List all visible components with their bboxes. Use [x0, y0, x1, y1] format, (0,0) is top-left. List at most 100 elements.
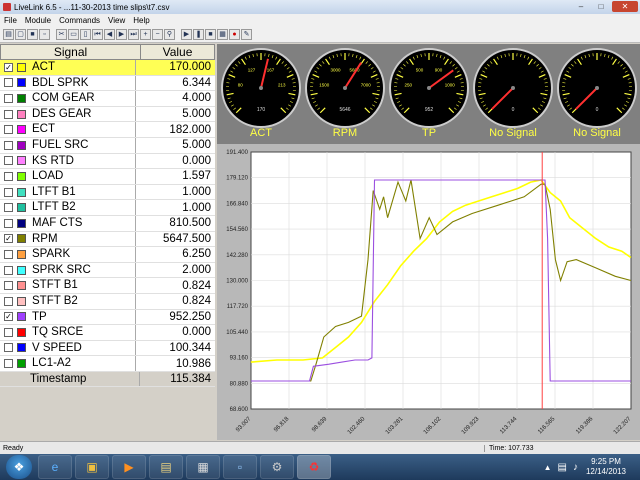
network-icon[interactable]: ▤ — [558, 462, 567, 473]
record-icon[interactable]: ● — [229, 29, 240, 40]
signal-color-swatch[interactable] — [17, 125, 26, 135]
signal-row[interactable]: SPARK 6.250 — [0, 247, 215, 263]
signal-row[interactable]: SPRK SRC 2.000 — [0, 262, 215, 279]
signal-checkbox[interactable] — [4, 281, 13, 291]
signal-column-header[interactable]: Signal — [1, 45, 141, 59]
pause-icon[interactable]: ❚ — [193, 29, 204, 40]
signal-checkbox[interactable] — [4, 78, 13, 88]
start-button[interactable]: ❖ — [6, 455, 32, 479]
signal-checkbox[interactable] — [4, 156, 13, 166]
signal-color-swatch[interactable] — [17, 327, 26, 337]
zoom-out-icon[interactable]: − — [152, 29, 163, 40]
signal-row[interactable]: ✓ ACT 170.000 — [0, 60, 215, 76]
next-icon[interactable]: ▶ — [116, 29, 127, 40]
signal-row[interactable]: LTFT B1 1.000 — [0, 184, 215, 201]
signal-color-swatch[interactable] — [17, 93, 26, 103]
signal-row[interactable]: ✓ RPM 5647.500 — [0, 231, 215, 248]
signal-row[interactable]: LC1-A2 10.986 — [0, 356, 215, 372]
signal-checkbox[interactable] — [4, 125, 13, 135]
search-icon[interactable]: ⚲ — [164, 29, 175, 40]
signal-color-swatch[interactable] — [17, 312, 26, 322]
signal-row[interactable]: FUEL SRC 5.000 — [0, 137, 215, 154]
signal-checkbox[interactable] — [4, 218, 13, 228]
last-icon[interactable]: ⏭ — [128, 29, 139, 40]
graph-icon[interactable]: ▤ — [3, 29, 14, 40]
signal-color-swatch[interactable] — [17, 62, 26, 72]
signal-row[interactable]: MAF CTS 810.500 — [0, 215, 215, 232]
signal-checkbox[interactable] — [4, 187, 13, 197]
livelink-icon[interactable]: ♻ — [297, 455, 331, 479]
signal-color-swatch[interactable] — [17, 109, 26, 119]
signal-checkbox[interactable]: ✓ — [4, 312, 13, 322]
save-icon[interactable]: ■ — [27, 29, 38, 40]
signal-color-swatch[interactable] — [17, 249, 26, 259]
menu-view[interactable]: View — [104, 16, 129, 25]
calculator-icon[interactable]: ▦ — [186, 455, 220, 479]
signal-checkbox[interactable] — [4, 140, 13, 150]
signal-color-swatch[interactable] — [17, 359, 26, 369]
paste-icon[interactable]: ▯ — [80, 29, 91, 40]
signal-checkbox[interactable] — [4, 296, 13, 306]
signal-color-swatch[interactable] — [17, 156, 26, 166]
pen-icon[interactable]: ✎ — [241, 29, 252, 40]
signal-checkbox[interactable] — [4, 327, 13, 337]
line-chart[interactable]: 191.400 179.120 166.840 154.560 142.280 130.0… — [217, 144, 640, 440]
signal-checkbox[interactable] — [4, 171, 13, 181]
signal-color-swatch[interactable] — [17, 343, 26, 353]
signal-row[interactable]: BDL SPRK 6.344 — [0, 75, 215, 92]
signal-checkbox[interactable]: ✓ — [4, 62, 13, 72]
show-hidden-icon[interactable]: ▲ — [544, 463, 552, 472]
menu-commands[interactable]: Commands — [55, 16, 104, 25]
zoom-in-icon[interactable]: + — [140, 29, 151, 40]
signal-checkbox[interactable]: ✓ — [4, 234, 13, 244]
menu-module[interactable]: Module — [21, 16, 55, 25]
volume-icon[interactable]: ♪ — [573, 462, 578, 473]
signal-checkbox[interactable] — [4, 249, 13, 259]
signal-row[interactable]: STFT B2 0.824 — [0, 293, 215, 310]
play-icon[interactable]: ▶ — [181, 29, 192, 40]
signal-color-swatch[interactable] — [17, 218, 26, 228]
signal-row[interactable]: V SPEED 100.344 — [0, 340, 215, 357]
maximize-button[interactable]: □ — [592, 1, 610, 12]
open-icon[interactable]: ▢ — [15, 29, 26, 40]
signal-row[interactable]: COM GEAR 4.000 — [0, 91, 215, 107]
signal-checkbox[interactable] — [4, 203, 13, 213]
signal-color-swatch[interactable] — [17, 140, 26, 150]
signal-checkbox[interactable] — [4, 343, 13, 353]
signal-color-swatch[interactable] — [17, 171, 26, 181]
close-button[interactable]: ✕ — [612, 1, 638, 12]
signal-checkbox[interactable] — [4, 359, 13, 369]
signal-row[interactable]: KS RTD 0.000 — [0, 153, 215, 170]
signal-checkbox[interactable] — [4, 109, 13, 119]
value-column-header[interactable]: Value — [141, 45, 214, 59]
print-icon[interactable]: ▫ — [39, 29, 50, 40]
signal-color-swatch[interactable] — [17, 203, 26, 213]
signal-checkbox[interactable] — [4, 265, 13, 275]
prev-icon[interactable]: ◀ — [104, 29, 115, 40]
signal-checkbox[interactable] — [4, 93, 13, 103]
grid-icon[interactable]: ▦ — [217, 29, 228, 40]
tool-icon[interactable]: ⚙ — [260, 455, 294, 479]
notepad-icon[interactable]: ▫ — [223, 455, 257, 479]
signal-color-swatch[interactable] — [17, 296, 26, 306]
copy-icon[interactable]: ▭ — [68, 29, 79, 40]
signal-row[interactable]: STFT B1 0.824 — [0, 278, 215, 294]
signal-row[interactable]: DES GEAR 5.000 — [0, 106, 215, 123]
clock[interactable]: 9:25 PM 12/14/2013 — [586, 457, 626, 477]
first-icon[interactable]: ⏮ — [92, 29, 103, 40]
signal-row[interactable]: TQ SRCE 0.000 — [0, 325, 215, 341]
signal-color-swatch[interactable] — [17, 234, 26, 244]
ie-icon[interactable]: e — [38, 455, 72, 479]
explorer-icon[interactable]: ▤ — [149, 455, 183, 479]
signal-row[interactable]: ✓ TP 952.250 — [0, 309, 215, 326]
menu-file[interactable]: File — [0, 16, 21, 25]
media-icon[interactable]: ▶ — [112, 455, 146, 479]
cut-icon[interactable]: ✂ — [56, 29, 67, 40]
signal-row[interactable]: LTFT B2 1.000 — [0, 200, 215, 216]
minimize-button[interactable]: – — [572, 1, 590, 12]
menu-help[interactable]: Help — [129, 16, 153, 25]
signal-color-swatch[interactable] — [17, 265, 26, 275]
signal-row[interactable]: LOAD 1.597 — [0, 169, 215, 185]
signal-color-swatch[interactable] — [17, 78, 26, 88]
signal-color-swatch[interactable] — [17, 281, 26, 291]
